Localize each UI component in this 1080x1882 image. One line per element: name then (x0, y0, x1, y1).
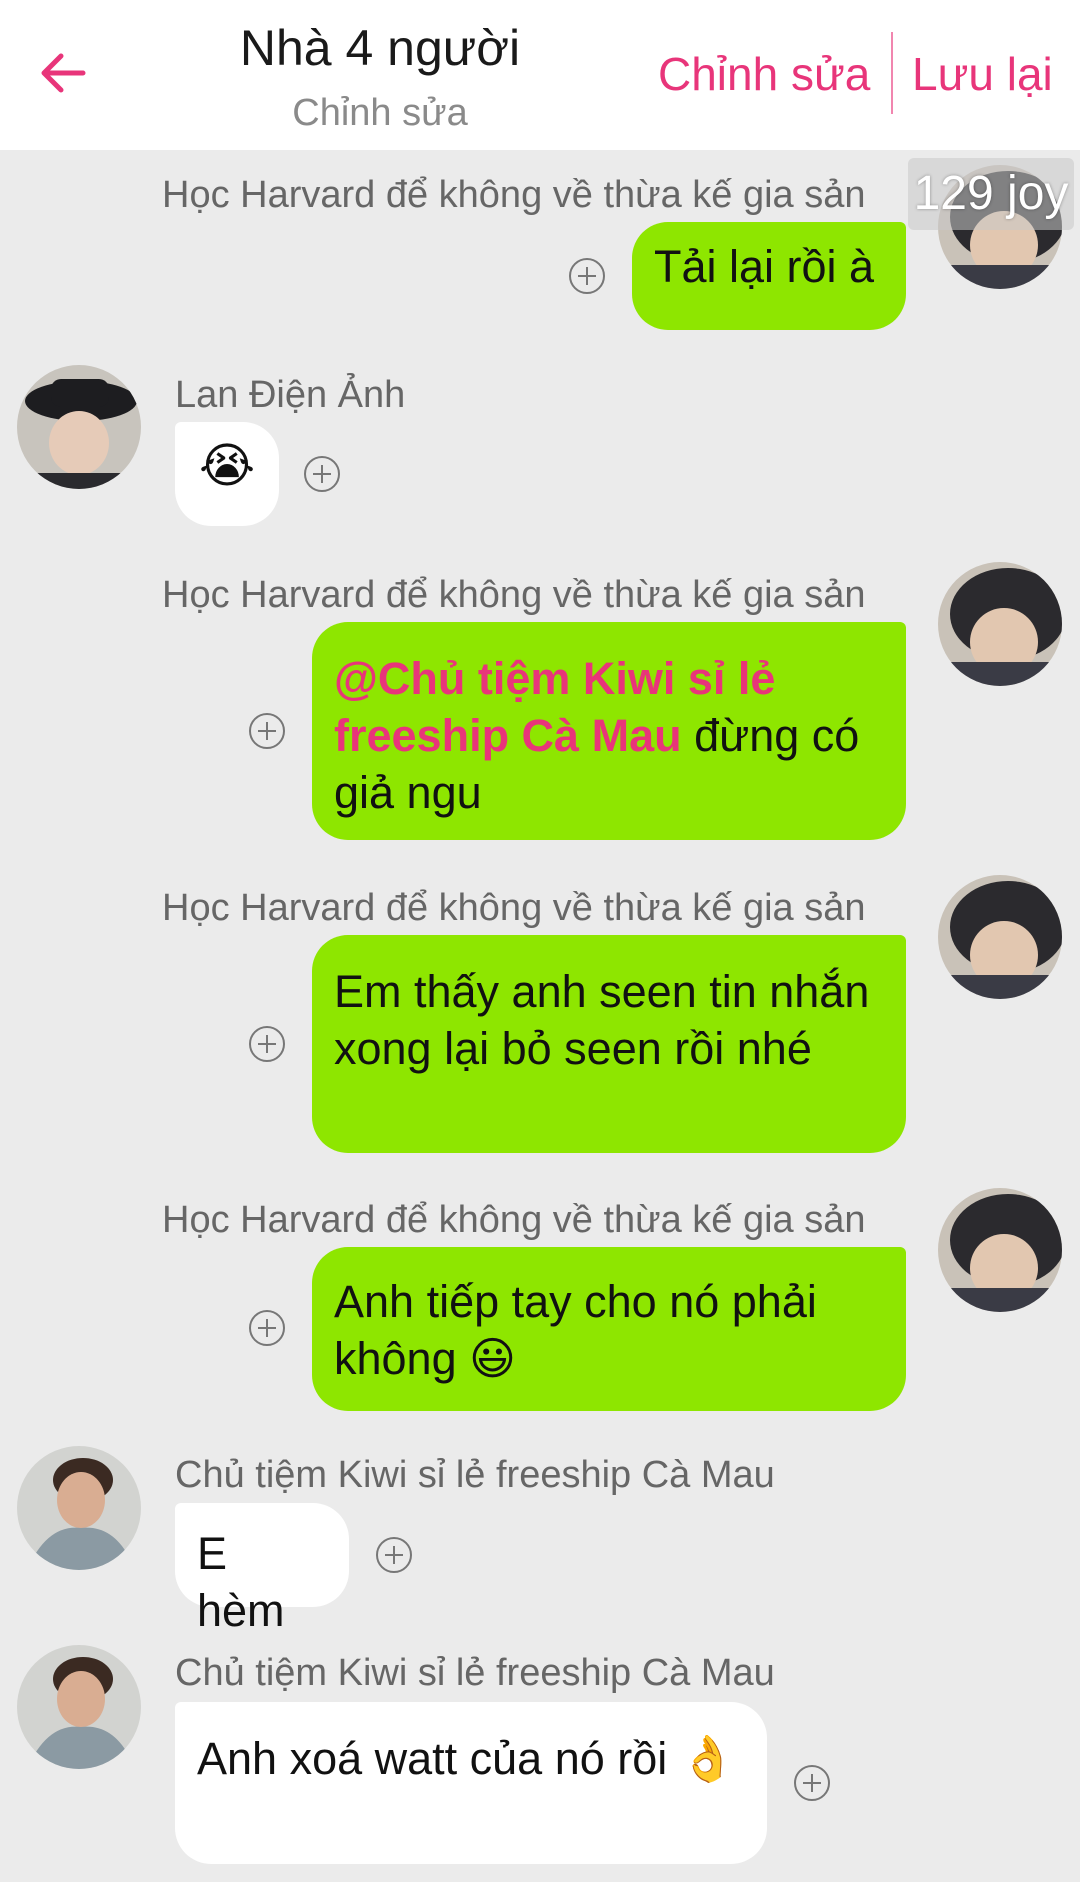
message-bubble[interactable]: @Chủ tiệm Kiwi sỉ lẻ freeship Cà Mau đừn… (312, 622, 906, 840)
avatar-image (17, 1446, 141, 1570)
avatar[interactable] (938, 1188, 1062, 1312)
add-reaction-icon[interactable] (304, 456, 340, 492)
avatar-image (17, 365, 141, 489)
avatar[interactable] (17, 1446, 141, 1570)
add-reaction-icon[interactable] (249, 713, 285, 749)
add-reaction-icon[interactable] (569, 258, 605, 294)
message-bubble[interactable]: Tải lại rồi à (632, 222, 906, 330)
back-button[interactable] (28, 38, 98, 108)
message-sender: Học Harvard để không về thừa kế gia sản (162, 1199, 866, 1241)
message-sender: Chủ tiệm Kiwi sỉ lẻ freeship Cà Mau (175, 1454, 775, 1496)
message-bubble[interactable]: Anh tiếp tay cho nó phải không 😃 (312, 1247, 906, 1411)
avatar-image (17, 1645, 141, 1769)
message-sender: Học Harvard để không về thừa kế gia sản (162, 887, 866, 929)
avatar-image (938, 875, 1062, 999)
chat-title: Nhà 4 người (239, 20, 521, 76)
message-sender: Lan Điện Ảnh (175, 374, 406, 416)
message-bubble[interactable]: E hèm (175, 1503, 349, 1636)
edit-button[interactable]: Chỉnh sửa (658, 46, 870, 102)
avatar[interactable] (17, 365, 141, 489)
watermark: 129 joy (908, 158, 1074, 230)
message-bubble[interactable]: Em thấy anh seen tin nhắn xong lại bỏ se… (312, 935, 906, 1153)
message-bubble[interactable]: Anh xoá watt của nó rồi 👌 (175, 1702, 767, 1864)
message-sender: Học Harvard để không về thừa kế gia sản (162, 574, 866, 616)
avatar[interactable] (938, 562, 1062, 686)
add-reaction-icon[interactable] (249, 1026, 285, 1062)
message-sender: Học Harvard để không về thừa kế gia sản (162, 174, 866, 216)
avatar-image (938, 562, 1062, 686)
add-reaction-icon[interactable] (376, 1537, 412, 1573)
message-sender: Chủ tiệm Kiwi sỉ lẻ freeship Cà Mau (175, 1652, 775, 1694)
top-bar: Nhà 4 người Chỉnh sửa Chỉnh sửa Lưu lại (0, 0, 1080, 150)
save-button[interactable]: Lưu lại (912, 46, 1053, 102)
avatar[interactable] (938, 875, 1062, 999)
chat-subtitle: Chỉnh sửa (292, 92, 468, 134)
arrow-left-icon (41, 53, 86, 93)
add-reaction-icon[interactable] (249, 1310, 285, 1346)
add-reaction-icon[interactable] (794, 1765, 830, 1801)
header-divider (891, 32, 893, 114)
crying-face-icon: 😭 (198, 440, 256, 493)
avatar[interactable] (17, 1645, 141, 1769)
message-bubble[interactable]: 😭 (175, 422, 279, 526)
avatar-image (938, 1188, 1062, 1312)
